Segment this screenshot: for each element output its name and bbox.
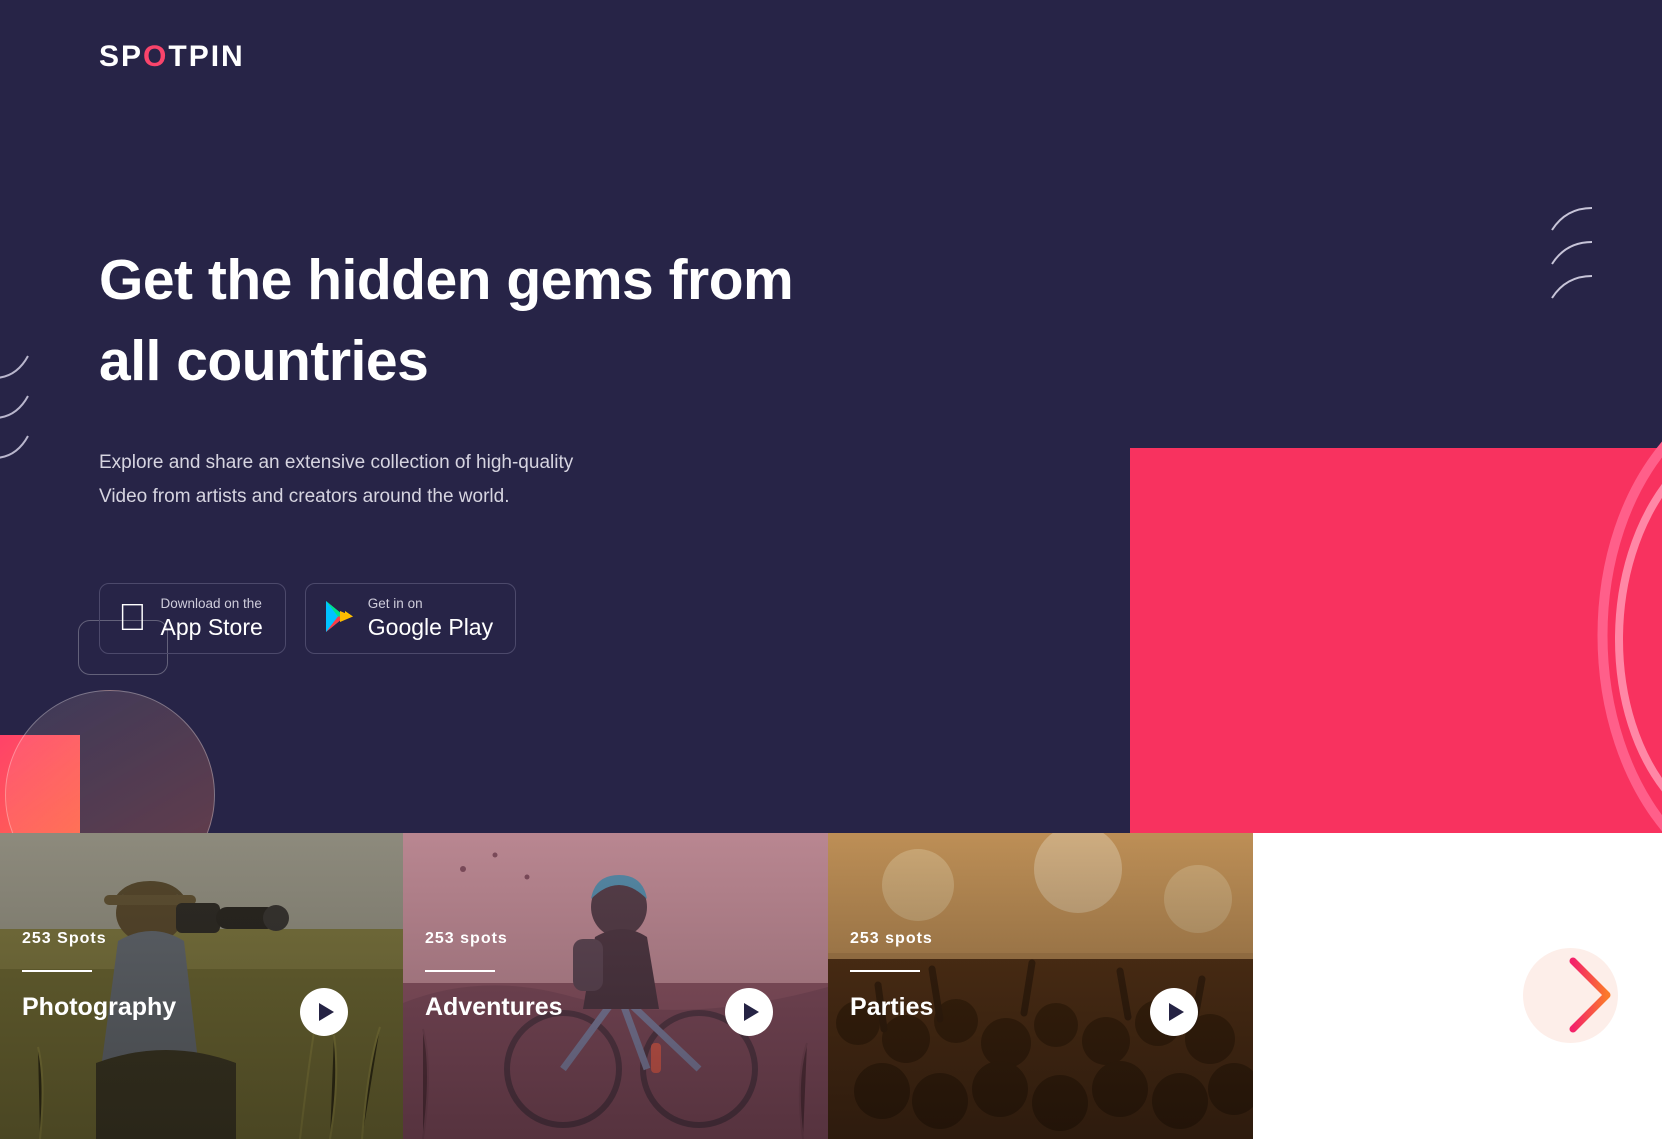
- adventures-title: Adventures: [425, 993, 563, 1021]
- play-icon: [318, 1003, 334, 1021]
- adventures-play-button[interactable]: [725, 988, 773, 1036]
- hero-subcopy-line1: Explore and share an extensive collectio…: [99, 452, 574, 473]
- parties-title: Parties: [850, 993, 934, 1021]
- hero-subcopy: Explore and share an extensive collectio…: [99, 446, 699, 514]
- google-play-small-label: Get in on: [339, 596, 423, 611]
- photography-divider: [22, 970, 92, 972]
- google-play-button[interactable]: Get in on Google Play: [304, 583, 517, 655]
- photography-play-button[interactable]: [300, 988, 348, 1036]
- brand-logo-o: O: [143, 40, 169, 73]
- app-store-big-label: App Store: [132, 613, 263, 640]
- wave-decoration-left: [0, 355, 29, 459]
- google-play-icon: [324, 600, 354, 638]
- category-card-adventures[interactable]: 253 spots Adventures: [403, 833, 828, 1139]
- arrow-right-icon: [1501, 957, 1611, 1033]
- landing-page: SPOTPIN Get the hidden gems from all cou…: [0, 0, 1662, 1139]
- brand-logo-part1: SP: [99, 40, 144, 73]
- category-strip: 253 Spots Photography 253 spots Adventur…: [0, 833, 1662, 1139]
- photography-spots-count: 253 Spots: [22, 930, 107, 947]
- next-arrow-button[interactable]: [1461, 933, 1651, 1043]
- brand-logo[interactable]: SPOTPIN: [99, 40, 245, 74]
- brand-logo-part2: TPIN: [168, 40, 245, 73]
- parties-spots-count: 253 spots: [850, 930, 933, 947]
- hero-subcopy-line2: Video from artists and creators around t…: [99, 485, 510, 507]
- app-store-button[interactable]:  Download on the App Store: [99, 583, 286, 655]
- hero-headline: Get the hidden gems from all countries: [99, 248, 794, 393]
- play-icon: [743, 1003, 759, 1021]
- adventures-divider: [425, 970, 495, 972]
- adventures-tint-overlay: [403, 833, 828, 1139]
- store-button-row:  Download on the App Store: [99, 583, 517, 655]
- photography-title: Photography: [22, 993, 177, 1021]
- category-card-photography[interactable]: 253 Spots Photography: [0, 833, 403, 1139]
- app-store-small-label: Download on the: [132, 596, 262, 611]
- photo-collage: [900, 0, 1662, 833]
- parties-tint-overlay: [828, 833, 1253, 1139]
- apple-icon: : [118, 599, 147, 637]
- parties-play-button[interactable]: [1150, 988, 1198, 1036]
- hero-section: SPOTPIN Get the hidden gems from all cou…: [0, 0, 1662, 833]
- next-panel: [1253, 833, 1662, 1139]
- adventures-spots-count: 253 spots: [425, 930, 508, 947]
- category-card-parties[interactable]: 253 spots Parties: [828, 833, 1253, 1139]
- wave-decoration-right: [1551, 207, 1592, 299]
- parties-divider: [850, 970, 920, 972]
- play-icon: [1168, 1003, 1184, 1021]
- photography-tint-overlay: [0, 833, 403, 1139]
- google-play-big-label: Google Play: [339, 613, 493, 640]
